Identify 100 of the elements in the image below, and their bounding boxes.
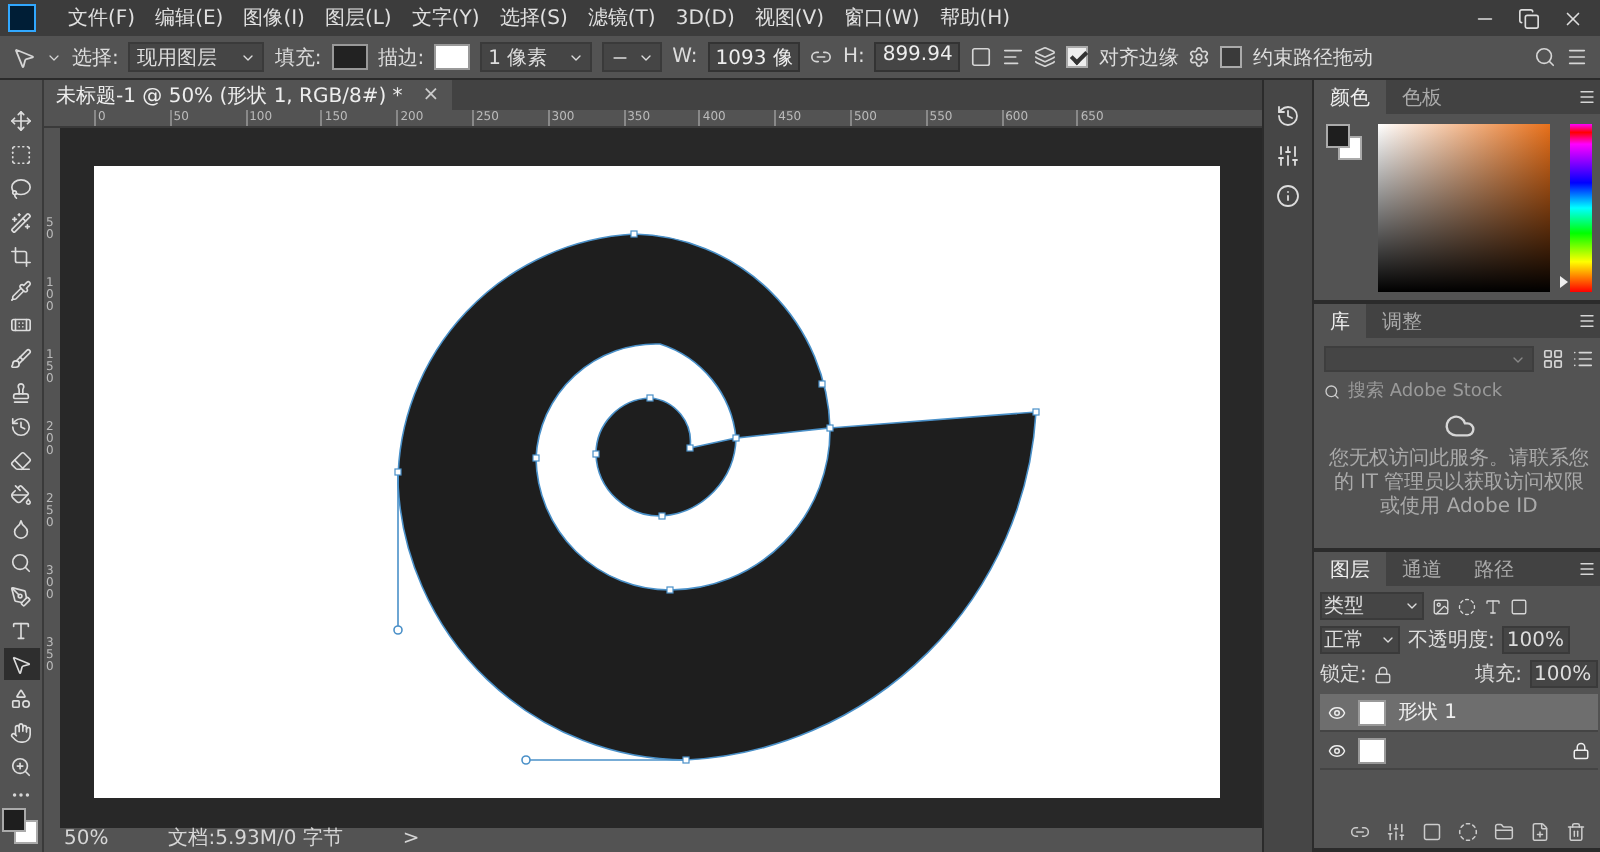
layer-row[interactable] [1320,732,1598,770]
panel-tab[interactable]: 色板 [1386,80,1458,114]
close-icon[interactable] [1561,7,1583,29]
add-style-icon[interactable] [1386,822,1406,842]
magnifier-icon [10,551,32,573]
document-info: 文档:5.93M/0 字节 [168,828,343,852]
pen-icon [10,585,32,607]
panel-tab[interactable]: 通道 [1386,552,1458,586]
align-icon[interactable] [1002,46,1025,68]
trash-icon[interactable] [1566,822,1586,842]
fill-opacity-field[interactable]: 100% [1530,660,1598,688]
app-logo-icon [8,4,36,32]
workspace-icon[interactable] [1566,46,1588,68]
settings-icon[interactable] [1188,46,1211,68]
align-edges-checkbox[interactable] [1066,46,1089,68]
hue-slider-thumb[interactable] [1560,275,1568,288]
wand-icon [10,211,32,233]
height-field[interactable]: 899.94 [874,42,961,72]
access-message: 您无权访问此服务。请联系您的 IT 管理员以获取访问权限或使用 Adobe ID [1327,448,1591,520]
search-icon [1324,383,1340,399]
color-picker-field[interactable] [1378,124,1550,292]
link-layers-icon[interactable] [1350,822,1370,842]
mask-icon[interactable] [1422,822,1442,842]
adjustment-icon[interactable] [1458,822,1478,842]
caret-icon [1380,632,1396,648]
constrain-label: 约束路径拖动 [1252,45,1373,71]
lock-icon[interactable] [1374,665,1393,683]
history-brush-icon [10,415,32,437]
menu-item[interactable]: 滤镜(T) [579,4,664,32]
lock-icon [1572,741,1590,759]
menu-item[interactable]: 视图(V) [746,4,833,32]
menu-item[interactable]: 图层(L) [316,4,400,32]
layer-name: 形状 1 [1398,699,1458,726]
menu-item[interactable]: 帮助(H) [931,4,1019,32]
eyedropper-icon [10,279,32,301]
restore-icon[interactable] [1517,7,1539,29]
color-swatches-icon[interactable] [1326,124,1366,164]
drop-icon [10,517,32,539]
opacity-field[interactable]: 100% [1502,626,1571,654]
eraser-icon [10,449,32,471]
menu-item[interactable]: 文字(Y) [403,4,488,32]
folder-icon[interactable] [1494,822,1514,842]
blend-mode-dropdown[interactable]: 正常 [1320,626,1400,654]
select-dropdown[interactable]: 现用图层 [128,42,265,72]
align-edges-label: 对齐边缘 [1098,45,1179,71]
search-icon[interactable] [1534,46,1556,68]
cloud-icon [1443,410,1475,442]
caret-icon [1404,598,1420,614]
status-arrow[interactable]: > [402,828,420,852]
constrain-checkbox[interactable] [1220,46,1243,68]
panel-tab[interactable]: 路径 [1458,552,1530,586]
eye-icon[interactable] [1328,741,1346,759]
type-icon [10,619,32,641]
layer-row[interactable]: 形状 1 [1320,694,1598,732]
adjustment-filter-icon[interactable] [1458,597,1476,615]
panel-tab[interactable]: 颜色 [1314,80,1386,114]
menu-item[interactable]: 文件(F) [60,4,144,32]
document-tab[interactable]: 未标题-1 @ 50% (形状 1, RGB/8#) * × [44,80,452,110]
fill-swatch[interactable] [331,44,368,70]
zoom-icon [10,755,32,777]
menu-item[interactable]: 选择(S) [491,4,576,32]
arrow-pointer-icon[interactable] [12,45,36,69]
width-label: W: [672,46,698,68]
panel-tab[interactable]: 图层 [1314,552,1386,586]
menu-item[interactable]: 图像(I) [235,4,313,32]
path-operations-icon[interactable] [970,46,993,68]
panel-menu-icon[interactable] [1578,312,1596,330]
info-icon[interactable] [1276,184,1300,208]
stroke-width-dropdown[interactable]: 1 像素 [480,42,593,72]
menu-item[interactable]: 3D(D) [667,7,743,29]
fill-label: 填充: [274,45,322,71]
layer-filter-dropdown[interactable]: 类型 [1320,592,1424,620]
grid-view-icon[interactable] [1542,348,1564,370]
height-label: H: [842,46,865,68]
menu-item[interactable]: 编辑(E) [147,4,232,32]
layer-thumbnail [1358,737,1386,763]
crop-icon [10,245,32,267]
tool-button[interactable] [3,648,39,680]
bandage-icon [10,313,32,335]
panel-menu-icon[interactable] [1578,88,1596,106]
panel-tab[interactable]: 调整 [1366,304,1438,338]
lasso-icon [10,177,32,199]
color-swatches-icon[interactable] [1,808,41,848]
stroke-style-dropdown[interactable] [602,42,663,72]
type-filter-icon[interactable] [1484,597,1502,615]
panel-menu-icon[interactable] [1578,560,1596,578]
link-icon[interactable] [810,46,833,68]
stroke-swatch[interactable] [434,44,471,70]
history-icon[interactable] [1276,104,1300,128]
image-filter-icon[interactable] [1432,597,1450,615]
eye-icon[interactable] [1328,703,1346,721]
menu-item[interactable]: 窗口(W) [836,4,928,32]
width-field[interactable]: 1093 像 [707,42,801,72]
panel-tab[interactable]: 库 [1314,304,1366,338]
stamp-icon [10,381,32,403]
properties-icon[interactable] [1276,144,1300,168]
shape-filter-icon[interactable] [1510,597,1528,615]
arrange-icon[interactable] [1034,46,1057,68]
brush-icon [10,347,32,369]
new-layer-icon[interactable] [1530,822,1550,842]
